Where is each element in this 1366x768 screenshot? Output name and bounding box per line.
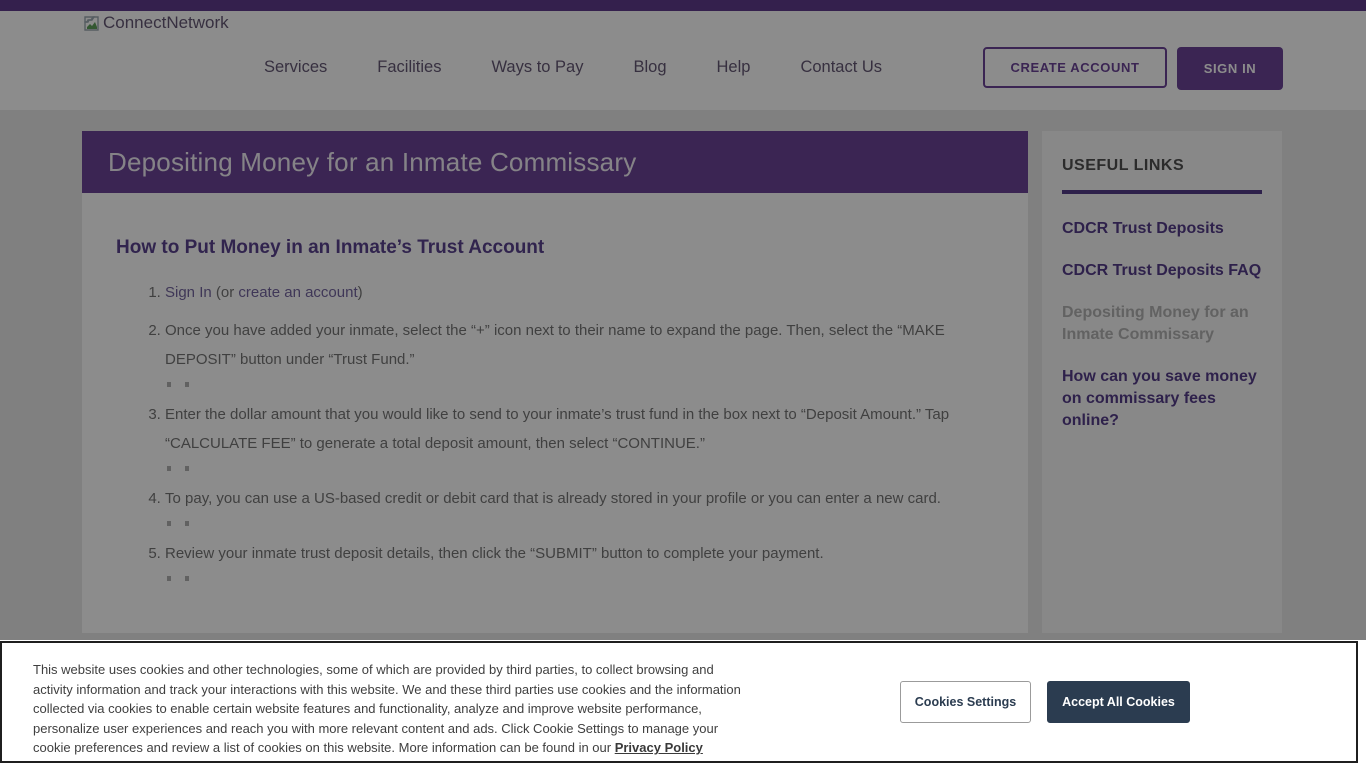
cookie-message: This website uses cookies and other tech…	[33, 660, 745, 758]
cookie-buttons: Cookies Settings Accept All Cookies	[900, 681, 1190, 723]
accept-all-cookies-button[interactable]: Accept All Cookies	[1047, 681, 1190, 723]
privacy-policy-link[interactable]: Privacy Policy	[615, 740, 703, 755]
cookie-consent-banner: This website uses cookies and other tech…	[0, 640, 1366, 768]
cookies-settings-button[interactable]: Cookies Settings	[900, 681, 1031, 723]
page: ConnectNetwork Services Facilities Ways …	[0, 0, 1366, 768]
